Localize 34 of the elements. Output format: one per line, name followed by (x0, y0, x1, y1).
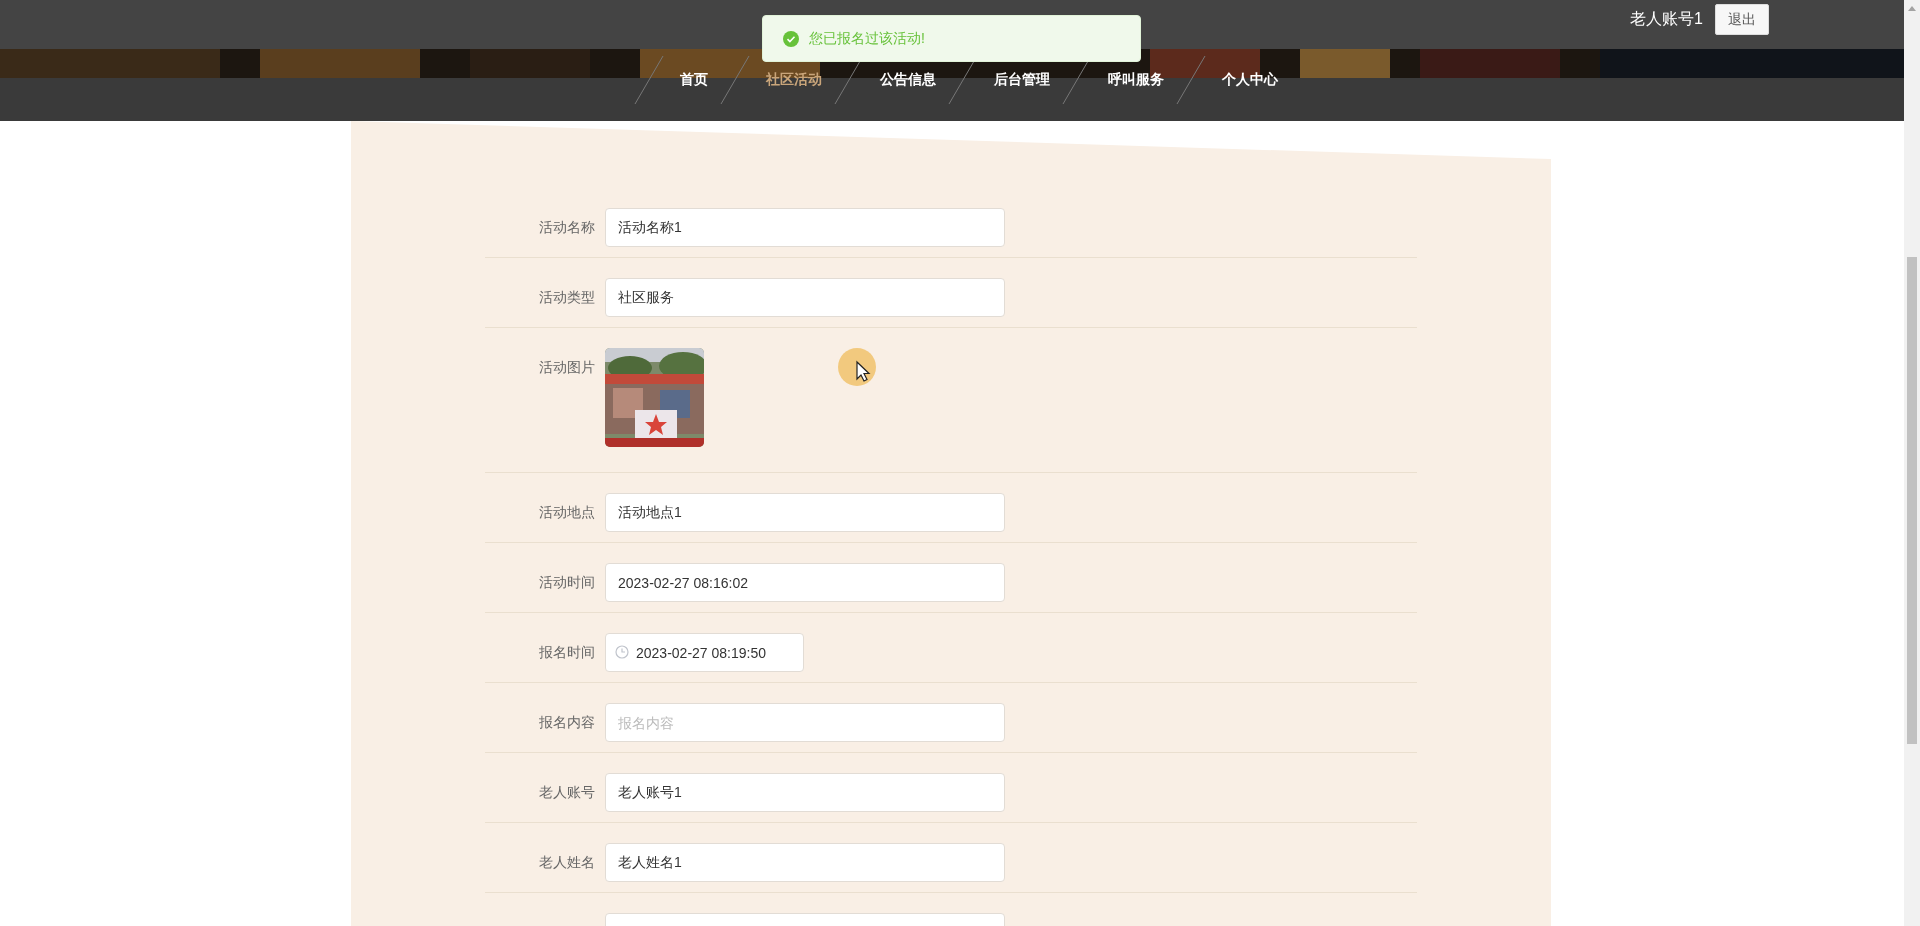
field-label: 活动地点 (539, 504, 595, 520)
field-label: 老人姓名 (539, 854, 595, 870)
input-field[interactable]: 老人姓名1 (605, 843, 1005, 882)
input-field[interactable]: 2023-02-27 08:16:02 (605, 563, 1005, 602)
nav-link[interactable]: 呼叫服务 (1108, 71, 1164, 89)
nav-link[interactable]: 公告信息 (880, 71, 936, 89)
field-label: 活动时间 (539, 574, 595, 590)
input-field[interactable]: 老人账号1 (605, 773, 1005, 812)
username: 老人账号1 (1630, 9, 1703, 29)
arrow-up-icon[interactable] (1908, 6, 1916, 11)
nav-link[interactable]: 社区活动 (766, 71, 822, 89)
date-field[interactable]: 2023-02-27 08:19:50 (605, 633, 804, 672)
check-circle-icon (783, 30, 799, 47)
cursor-icon (837, 347, 877, 387)
field-label: 活动名称 (539, 219, 595, 235)
nav-link[interactable]: 个人中心 (1222, 71, 1278, 89)
divider-line (720, 55, 750, 105)
nav-link[interactable]: 首页 (680, 71, 708, 89)
input-field[interactable]: 活动名称1 (605, 208, 1005, 247)
divider-line (634, 55, 664, 105)
field-label: 报名内容 (539, 714, 595, 730)
scrollbar-thumb[interactable] (1907, 257, 1917, 744)
scrollbar[interactable] (1904, 0, 1920, 926)
input-field[interactable]: 活动地点1 (605, 493, 1005, 532)
field-label: 活动类型 (539, 289, 595, 305)
field-label: 老人账号 (539, 784, 595, 800)
divider-line (1176, 55, 1206, 105)
input-field[interactable]: 报名内容 (605, 703, 1005, 742)
toast-text: 您已报名过该活动! (809, 29, 925, 48)
input-field[interactable]: 社区服务 (605, 278, 1005, 317)
nav-link[interactable]: 后台管理 (994, 71, 1050, 89)
logout-button[interactable]: 退出 (1715, 4, 1769, 35)
field-label: 活动图片 (539, 359, 595, 375)
field-label: 报名时间 (539, 644, 595, 660)
